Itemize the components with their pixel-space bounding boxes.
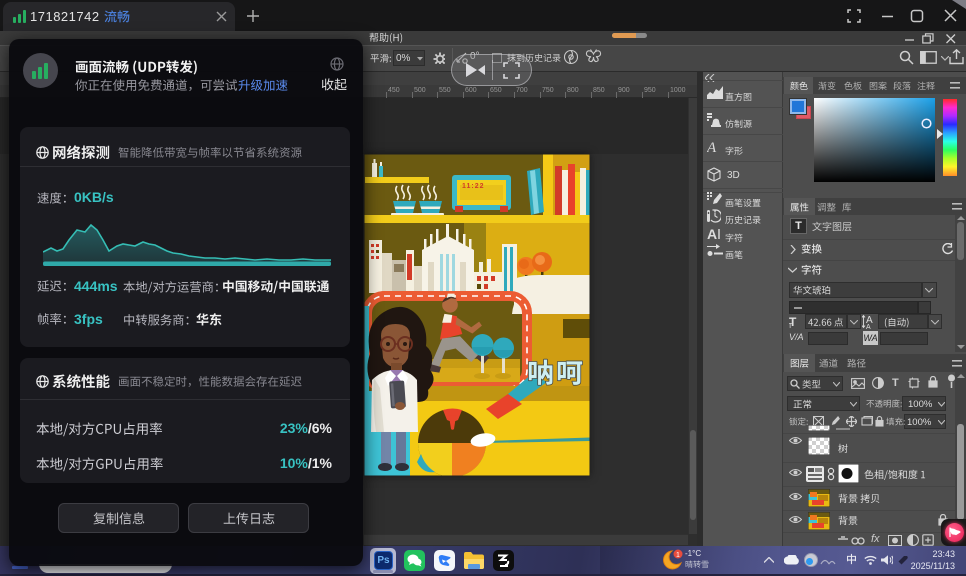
svg-text:A: A [707,227,717,241]
svg-text:A: A [866,324,871,329]
svg-text:A: A [707,140,717,154]
svg-text:1: 1 [676,552,680,559]
